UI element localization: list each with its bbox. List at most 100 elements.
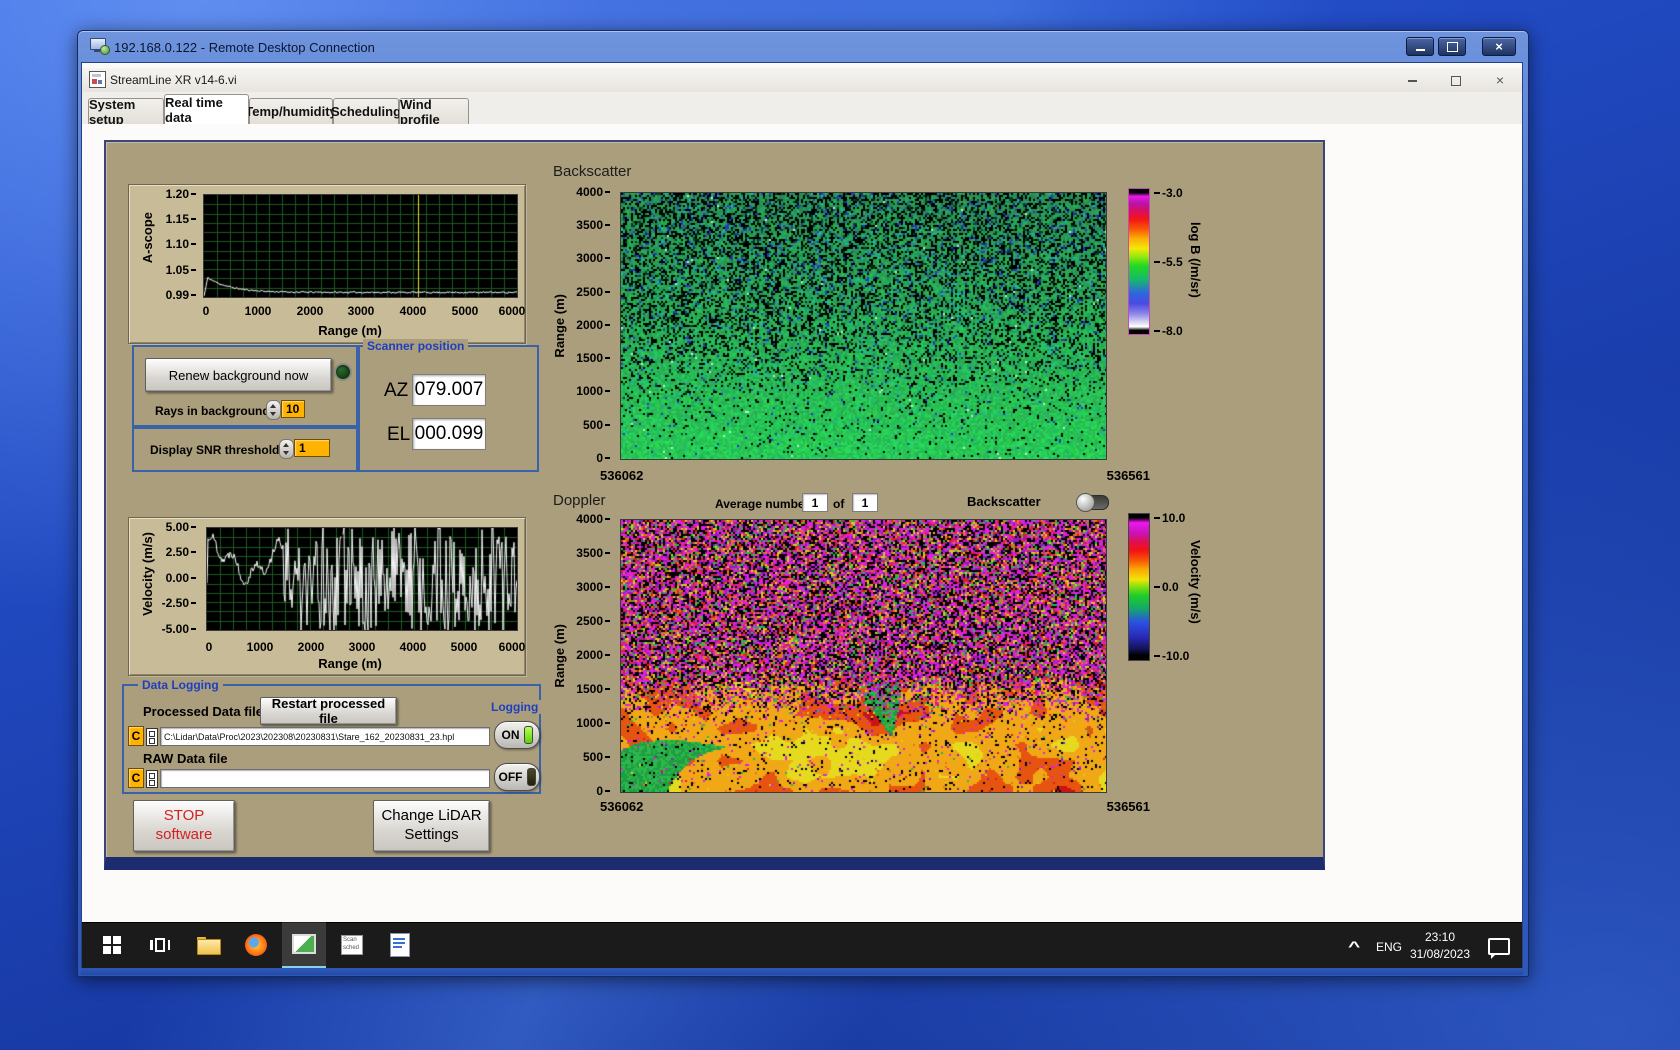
- tab-label: Scheduling: [330, 104, 402, 119]
- vel-ytick: -2.50: [152, 597, 196, 609]
- ascope-ytick: 1.20: [158, 188, 196, 200]
- dop-colorbar-label: Velocity (m/s): [1188, 540, 1203, 624]
- doppler-ylabel: Range (m): [552, 624, 567, 688]
- rdp-bottom-border: [81, 968, 1523, 975]
- tray-expand-chevron[interactable]: ^: [1348, 938, 1360, 954]
- processed-browse-icon[interactable]: [146, 728, 158, 746]
- restart-processed-button[interactable]: Restart processed file: [260, 696, 397, 726]
- rdp-maximize-button[interactable]: [1438, 37, 1466, 56]
- ascope-ylabel: A-scope: [140, 212, 155, 264]
- scan-scheduler-button[interactable]: Scan sched: [330, 922, 374, 968]
- vel-xtick: 5000: [450, 640, 478, 654]
- app-restore-button[interactable]: [1442, 74, 1470, 88]
- tab-system-setup[interactable]: System setup: [88, 97, 164, 127]
- avg-current-text: 1: [811, 495, 819, 510]
- snr-value[interactable]: 1: [294, 439, 330, 457]
- el-value: 000.099: [412, 418, 486, 450]
- backscatter-toggle-label: Backscatter: [967, 494, 1041, 509]
- processed-drive-box[interactable]: C: [128, 726, 144, 746]
- action-center-icon[interactable]: [1488, 938, 1510, 959]
- app-minimize-button[interactable]: [1398, 74, 1426, 88]
- app-window-title: StreamLine XR v14-6.vi: [110, 73, 237, 87]
- vel-xtick: 2000: [297, 640, 325, 654]
- clock[interactable]: 23:10 31/08/2023: [1405, 929, 1475, 963]
- vel-ytick: 5.00: [152, 521, 196, 533]
- toggle-knob: [1076, 493, 1095, 512]
- raw-logging-off-button[interactable]: OFF: [494, 763, 540, 791]
- rays-label: Rays in background: [155, 404, 270, 418]
- ascope-ytick: 1.10: [158, 238, 196, 250]
- vel-ytick: 0.00: [152, 572, 196, 584]
- restart-processed-label: Restart processed file: [271, 696, 386, 726]
- dop-ytick: 500: [572, 751, 610, 763]
- on-lamp: [523, 726, 533, 744]
- scanner-title: Scanner position: [363, 339, 469, 353]
- ascope-xtick: 2000: [296, 304, 324, 318]
- el-label: EL: [387, 424, 411, 445]
- ascope-xtick: 5000: [451, 304, 479, 318]
- tab-label: Wind profile: [400, 96, 440, 127]
- average-total-value[interactable]: 1: [852, 493, 878, 512]
- snr-label: Display SNR threshold: [150, 443, 280, 457]
- renew-background-button[interactable]: Renew background now: [145, 358, 332, 392]
- rdp-minimize-button[interactable]: [1406, 37, 1434, 56]
- snr-spinner[interactable]: [279, 439, 294, 459]
- backscatter-toggle[interactable]: [1076, 493, 1109, 512]
- processed-path-input[interactable]: C:\Lidar\Data\Proc\2023\202308\20230831\…: [160, 727, 490, 746]
- dop-cb-tick: 0.0: [1154, 581, 1179, 593]
- raw-drive-box[interactable]: C: [128, 768, 144, 788]
- change-lidar-settings-button[interactable]: Change LiDAR Settings: [373, 800, 490, 852]
- rays-spinner[interactable]: [266, 400, 281, 420]
- drive-letter: C: [131, 729, 141, 743]
- vel-xtick: 4000: [399, 640, 427, 654]
- dop-ytick: 3000: [572, 581, 610, 593]
- stop-software-button[interactable]: STOP software: [133, 800, 235, 852]
- az-value: 079.007: [412, 374, 486, 406]
- task-view-button[interactable]: [138, 922, 182, 968]
- dop-cb-tick: -10.0: [1154, 650, 1189, 662]
- raw-browse-icon[interactable]: [146, 770, 158, 788]
- rays-value[interactable]: 10: [281, 400, 305, 418]
- bs-ytick: 0: [572, 452, 610, 464]
- tab-scheduling[interactable]: Scheduling: [330, 98, 402, 124]
- document-app-button[interactable]: [378, 922, 422, 968]
- dop-cb-tick: 10.0: [1154, 512, 1185, 524]
- of-label: of: [833, 497, 845, 511]
- average-number-value[interactable]: 1: [802, 493, 828, 512]
- az-label: AZ: [384, 380, 409, 401]
- dop-ytick: 1000: [572, 717, 610, 729]
- tab-wind-profile[interactable]: Wind profile: [399, 96, 469, 127]
- tab-real-time-data[interactable]: Real time data: [164, 94, 249, 125]
- dop-ytick: 2000: [572, 649, 610, 661]
- vel-xtick: 0: [205, 640, 213, 654]
- average-number-label: Average number: [715, 497, 810, 511]
- clock-time: 23:10: [1424, 930, 1456, 944]
- processed-logging-on-button[interactable]: ON: [494, 721, 540, 749]
- bs-ytick: 1000: [572, 385, 610, 397]
- stop-line1: STOP: [163, 807, 205, 825]
- tab-temp-humidity[interactable]: Temp/humidity: [245, 98, 337, 124]
- active-app-button[interactable]: [282, 922, 326, 968]
- language-indicator[interactable]: ENG: [1376, 940, 1402, 954]
- ascope-xtick: 3000: [347, 304, 375, 318]
- rdp-close-button[interactable]: ×: [1482, 37, 1516, 56]
- app-close-button[interactable]: ×: [1486, 71, 1514, 88]
- file-explorer-button[interactable]: [186, 922, 230, 968]
- dop-x-start: 536062: [600, 799, 644, 814]
- velocity-plot[interactable]: [206, 527, 518, 631]
- backscatter-colorbar: [1128, 188, 1150, 335]
- bs-cb-tick: -3.0: [1154, 187, 1183, 199]
- start-button[interactable]: [90, 922, 134, 968]
- tab-label: Real time data: [165, 94, 223, 125]
- avg-total-text: 1: [861, 495, 869, 510]
- velocity-xlabel: Range (m): [318, 656, 382, 671]
- backscatter-title: Backscatter: [553, 163, 632, 180]
- dop-ytick: 0: [572, 785, 610, 797]
- raw-path-input[interactable]: [160, 769, 490, 788]
- vi-icon: [89, 71, 106, 88]
- bs-x-start: 536062: [600, 468, 644, 483]
- on-label: ON: [501, 728, 520, 742]
- firefox-button[interactable]: [234, 922, 278, 968]
- off-label: OFF: [498, 770, 523, 784]
- ascope-plot[interactable]: [203, 194, 518, 298]
